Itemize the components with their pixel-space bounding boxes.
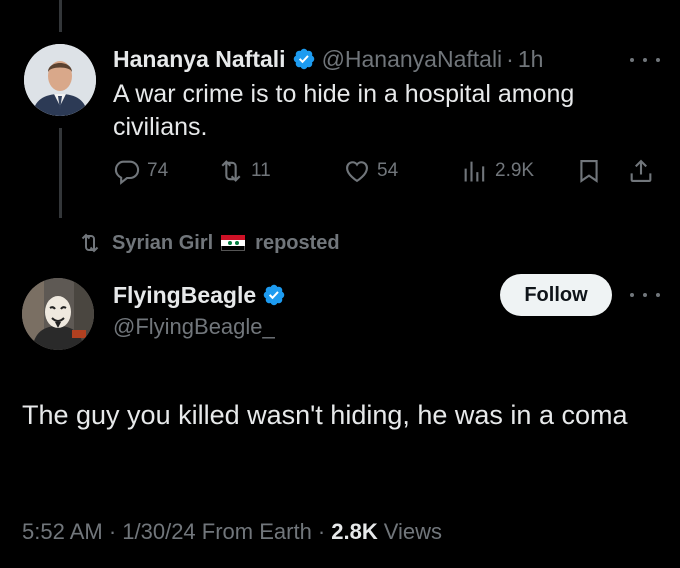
repost-count: 11 bbox=[251, 160, 271, 181]
tweet1-header: Hananya Naftali @HananyaNaftali · 1h bbox=[113, 44, 543, 74]
follow-button[interactable]: Follow bbox=[500, 274, 612, 316]
syria-flag-icon bbox=[221, 235, 246, 251]
views-count: 2.8K bbox=[331, 519, 378, 544]
author-handle[interactable]: @FlyingBeagle_ bbox=[113, 314, 275, 340]
repost-button[interactable]: 11 bbox=[217, 154, 271, 188]
reply-icon bbox=[114, 160, 140, 185]
tweet2-header: FlyingBeagle bbox=[113, 280, 292, 310]
separator-dot: · bbox=[506, 45, 514, 72]
author-name[interactable]: FlyingBeagle bbox=[113, 282, 256, 309]
share-button[interactable] bbox=[627, 154, 661, 188]
tweet2-meta: 5:52 AM · 1/30/24 From Earth · 2.8K View… bbox=[22, 517, 442, 547]
views-label: Views bbox=[383, 519, 443, 544]
bookmark-icon bbox=[580, 160, 598, 183]
views-icon bbox=[464, 161, 485, 182]
avatar-hananya[interactable] bbox=[24, 44, 96, 116]
thread-line-top bbox=[59, 0, 62, 32]
verified-badge-icon bbox=[292, 47, 316, 71]
reply-count: 74 bbox=[147, 160, 169, 181]
tweet2-text: The guy you killed wasn't hiding, he was… bbox=[22, 400, 628, 430]
repost-context: Syrian Girl reposted bbox=[78, 230, 340, 256]
views-button[interactable]: 2.9K bbox=[461, 154, 534, 188]
tweet-time[interactable]: 1h bbox=[518, 46, 544, 73]
repost-icon bbox=[81, 233, 99, 253]
like-icon bbox=[346, 161, 368, 183]
like-count: 54 bbox=[377, 160, 399, 181]
tweet-timestamp[interactable]: 5:52 AM · 1/30/24 From Earth · bbox=[22, 519, 325, 545]
author-handle[interactable]: @HananyaNaftali bbox=[322, 46, 503, 73]
repost-icon bbox=[221, 160, 241, 182]
author-name[interactable]: Hananya Naftali bbox=[113, 46, 286, 73]
reply-button[interactable]: 74 bbox=[113, 154, 168, 188]
repost-label: reposted bbox=[255, 231, 340, 254]
bookmark-button[interactable] bbox=[575, 154, 609, 188]
thread-line-mid bbox=[59, 128, 62, 218]
views-count: 2.9K bbox=[495, 160, 535, 181]
tweet1-actions: 74 11 54 2.9K bbox=[113, 154, 658, 188]
like-button[interactable]: 54 bbox=[343, 154, 398, 188]
repost-user[interactable]: Syrian Girl bbox=[112, 232, 213, 255]
verified-badge-icon bbox=[262, 283, 286, 307]
share-icon bbox=[630, 159, 652, 182]
tweet1-text: A war crime is to hide in a hospital amo… bbox=[113, 80, 575, 141]
more-icon[interactable] bbox=[630, 290, 660, 300]
more-icon[interactable] bbox=[630, 55, 660, 65]
avatar-flyingbeagle[interactable] bbox=[22, 278, 94, 350]
